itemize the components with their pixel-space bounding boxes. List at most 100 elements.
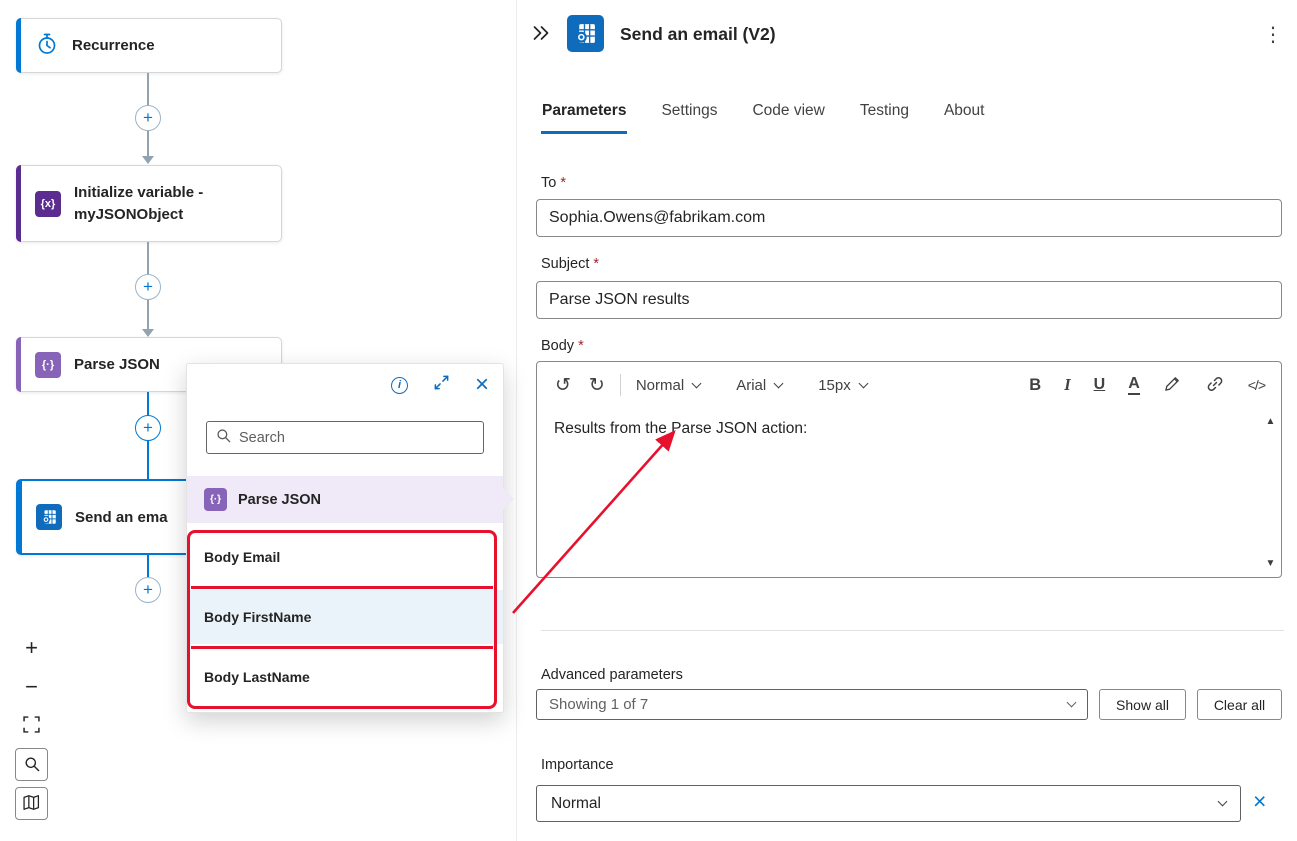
parse-json-icon: {·} xyxy=(204,488,227,511)
required-mark: * xyxy=(560,175,566,191)
tab-about[interactable]: About xyxy=(943,96,986,134)
zoom-out-button[interactable]: − xyxy=(15,670,48,703)
callout-pointer xyxy=(502,487,514,511)
importance-label: Importance xyxy=(541,757,614,773)
advanced-parameters-dropdown[interactable]: Showing 1 of 7 xyxy=(536,689,1088,720)
required-mark: * xyxy=(593,256,600,272)
redo-button[interactable]: ↻ xyxy=(589,376,605,395)
add-action-button[interactable]: + xyxy=(135,274,161,300)
italic-button[interactable]: I xyxy=(1064,375,1070,395)
node-label-line1: Initialize variable - xyxy=(74,183,204,201)
minimap-button[interactable] xyxy=(15,787,48,820)
connector-arrow-icon xyxy=(142,329,154,337)
underline-button[interactable]: U xyxy=(1094,376,1106,394)
map-icon xyxy=(23,791,40,817)
node-label: Recurrence xyxy=(72,37,155,54)
search-input[interactable] xyxy=(239,429,474,446)
parse-json-icon: {·} xyxy=(35,351,61,378)
plus-icon: + xyxy=(143,580,153,599)
chevron-down-icon xyxy=(691,378,702,388)
undo-button[interactable]: ↺ xyxy=(555,376,571,395)
page-title: Send an email (V2) xyxy=(620,24,776,44)
label-text: Body xyxy=(541,338,575,354)
action-config-panel: Send an email (V2) ⋮ Parameters Settings… xyxy=(516,0,1297,841)
add-action-button[interactable]: + xyxy=(135,105,161,131)
dynamic-content-item-body-email[interactable]: Body Email xyxy=(187,532,503,582)
node-label: Initialize variable - myJSONObject xyxy=(74,182,203,226)
braces-glyph: {·} xyxy=(41,358,55,371)
collapse-panel-button[interactable] xyxy=(531,23,551,48)
highlight-icon xyxy=(1163,377,1182,396)
link-button[interactable] xyxy=(1205,374,1225,397)
subject-input[interactable] xyxy=(536,281,1282,319)
size-value: 15px xyxy=(818,376,851,394)
recurrence-node[interactable]: Recurrence xyxy=(16,18,282,73)
search-icon xyxy=(24,752,40,778)
parse-json-group-header: {·} Parse JSON xyxy=(187,476,503,523)
editor-scrollbar[interactable]: ▲ ▼ xyxy=(1263,416,1278,569)
to-input[interactable] xyxy=(536,199,1282,237)
style-value: Normal xyxy=(635,376,685,394)
minus-icon: − xyxy=(25,673,38,699)
dynamic-content-item-body-firstname[interactable]: Body FirstName xyxy=(187,590,503,644)
node-accent xyxy=(16,165,21,242)
bold-button[interactable]: B xyxy=(1029,376,1041,395)
importance-dropdown[interactable]: Normal xyxy=(536,785,1241,822)
initialize-variable-icon: {x} xyxy=(35,190,61,217)
clear-importance-button[interactable]: × xyxy=(1253,790,1266,813)
fit-view-button[interactable] xyxy=(15,709,48,742)
scroll-up-icon[interactable]: ▲ xyxy=(1266,416,1276,427)
close-icon[interactable]: × xyxy=(475,373,489,397)
label-text: To xyxy=(541,175,557,191)
tab-testing[interactable]: Testing xyxy=(859,96,910,134)
plus-icon: + xyxy=(143,418,153,437)
outlook-icon xyxy=(567,15,604,52)
scroll-down-icon[interactable]: ▼ xyxy=(1266,558,1276,569)
dropdown-value: Showing 1 of 7 xyxy=(549,696,649,713)
dynamic-content-item-body-lastname[interactable]: Body LastName xyxy=(187,652,503,702)
add-action-button[interactable]: + xyxy=(135,415,161,441)
fit-screen-icon xyxy=(23,713,40,739)
label-text: Advanced parameters xyxy=(541,667,683,683)
link-icon xyxy=(1205,376,1225,397)
node-label-line2: myJSONObject xyxy=(74,205,184,223)
outlook-icon xyxy=(36,504,62,530)
expand-icon[interactable] xyxy=(433,374,450,396)
recurrence-icon xyxy=(35,32,59,60)
app-root: Recurrence + {x} Initialize variable - m… xyxy=(0,0,1297,841)
node-label: Parse JSON xyxy=(74,356,160,373)
body-text[interactable]: Results from the Parse JSON action: xyxy=(554,420,807,438)
editor-content-area[interactable]: Results from the Parse JSON action: ▲ ▼ xyxy=(537,408,1281,577)
highlight-button[interactable] xyxy=(1163,374,1182,396)
popup-actions: i × xyxy=(390,373,489,397)
more-options-button[interactable]: ⋮ xyxy=(1263,22,1283,47)
label-text: Importance xyxy=(541,757,614,773)
editor-toolbar: ↺ ↻ Normal Arial 15px B I U A </> xyxy=(537,362,1281,408)
font-color-button[interactable]: A xyxy=(1128,375,1140,395)
font-size-dropdown[interactable]: 15px xyxy=(818,376,869,394)
clear-all-button[interactable]: Clear all xyxy=(1197,689,1282,720)
add-action-button[interactable]: + xyxy=(135,577,161,603)
node-accent xyxy=(17,480,22,554)
body-rich-text-editor: ↺ ↻ Normal Arial 15px B I U A </> Result… xyxy=(536,361,1282,578)
tab-parameters[interactable]: Parameters xyxy=(541,96,628,134)
format-buttons: B I U A </> xyxy=(1029,374,1266,397)
show-all-button[interactable]: Show all xyxy=(1099,689,1186,720)
braces-glyph: {·} xyxy=(209,494,222,505)
canvas-search-button[interactable] xyxy=(15,748,48,781)
chevron-down-icon xyxy=(1217,796,1228,807)
initialize-variable-node[interactable]: {x} Initialize variable - myJSONObject xyxy=(16,165,282,242)
required-mark: * xyxy=(578,338,584,354)
info-icon[interactable]: i xyxy=(390,376,408,394)
tab-settings[interactable]: Settings xyxy=(660,96,718,134)
plus-icon: + xyxy=(143,108,153,127)
dynamic-content-search[interactable] xyxy=(206,421,484,454)
label-text: Subject xyxy=(541,256,590,272)
paragraph-style-dropdown[interactable]: Normal xyxy=(635,376,702,394)
braces-glyph: {x} xyxy=(40,197,56,210)
zoom-in-button[interactable]: + xyxy=(15,631,48,664)
code-view-button[interactable]: </> xyxy=(1248,377,1266,393)
plus-icon: + xyxy=(143,277,153,296)
font-family-dropdown[interactable]: Arial xyxy=(736,377,784,394)
tab-code-view[interactable]: Code view xyxy=(751,96,825,134)
